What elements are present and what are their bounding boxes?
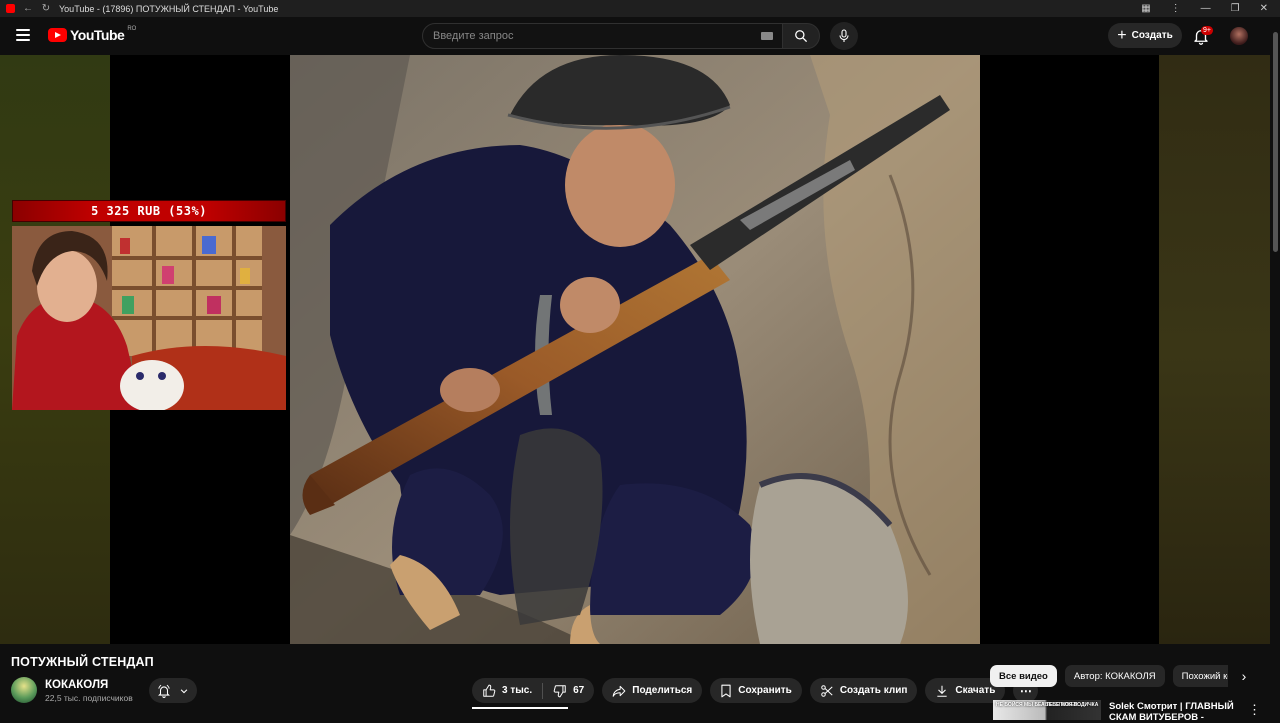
dislike-button[interactable]: 67 (543, 678, 594, 703)
share-label: Поделиться (632, 685, 693, 696)
chip-related[interactable]: Похожий контент (1172, 665, 1228, 687)
create-button[interactable]: + Создать (1108, 23, 1182, 48)
chip-by-author[interactable]: Автор: КОКАКОЛЯ (1064, 665, 1165, 687)
video-frame-image (290, 55, 980, 644)
video-frame[interactable] (290, 55, 980, 644)
microphone-icon (839, 29, 849, 42)
video-title: ПОТУЖНЫЙ СТЕНДАП (11, 655, 154, 669)
search-button[interactable] (782, 23, 820, 49)
like-count: 3 тыс. (502, 685, 533, 696)
search-input[interactable] (433, 30, 733, 42)
share-button[interactable]: Поделиться (602, 678, 703, 703)
country-code: RO (127, 26, 137, 32)
window-title: YouTube - (17896) ПОТУЖНЫЙ СТЕНДАП - You… (59, 3, 279, 14)
subscription-notifications-button[interactable] (149, 678, 197, 703)
bookmark-icon (721, 684, 731, 697)
recommendation-menu-icon[interactable]: ⋮ (1248, 702, 1261, 718)
action-bar: 3 тыс. 67 Поделиться Сохранить Создать к… (472, 678, 1039, 703)
like-dislike-group: 3 тыс. 67 (472, 678, 595, 703)
restore-icon[interactable]: ❐ (1231, 3, 1240, 14)
search-box (422, 23, 784, 49)
save-label: Сохранить (738, 685, 792, 696)
like-progress-underline (472, 707, 568, 709)
dislike-count: 67 (573, 685, 585, 696)
channel-name[interactable]: КОКАКОЛЯ (45, 679, 108, 691)
webcam-view (12, 226, 286, 410)
logo-wordmark: YouTube (70, 27, 125, 43)
masthead: YouTube RO + Создать 9+ (0, 17, 1280, 55)
save-button[interactable]: Сохранить (710, 678, 802, 703)
thumbs-down-icon (553, 684, 566, 697)
close-icon[interactable]: ✕ (1260, 3, 1268, 14)
like-button[interactable]: 3 тыс. (472, 678, 542, 703)
scrollbar-thumb[interactable] (1273, 32, 1278, 252)
share-icon (612, 685, 626, 697)
clip-button[interactable]: Создать клип (809, 678, 918, 703)
extensions-icon[interactable]: ▦ (1141, 3, 1150, 14)
webcam-image (12, 226, 286, 410)
ambient-glow-right (1159, 55, 1270, 644)
back-arrow-icon[interactable]: ← (23, 3, 33, 14)
create-label: Создать (1131, 30, 1173, 41)
page-scrollbar[interactable] (1270, 30, 1280, 720)
bell-ring-icon (158, 684, 170, 698)
channel-avatar[interactable] (11, 677, 37, 703)
webcam-overlay: 5 325 RUB (53%) (12, 200, 288, 410)
kebab-menu-icon[interactable]: ⋮ (1171, 3, 1181, 14)
thumb-text-right: А ТЕБЕ МОЯ ВОДИЧКА (1041, 702, 1099, 708)
chevron-right-icon[interactable]: › (1235, 667, 1253, 685)
recommendation-thumbnail[interactable]: НЕ БОЙСЯ МЫ БЕЛЫЕ СТАЛКЕР... А ТЕБЕ МОЯ … (993, 700, 1101, 720)
clip-label: Создать клип (839, 685, 908, 696)
download-icon (937, 685, 948, 697)
hamburger-menu-icon[interactable] (16, 29, 30, 41)
search-icon (795, 30, 807, 42)
subscriber-count: 22,5 тыс. подписчиков (45, 693, 133, 703)
minimize-icon[interactable]: — (1201, 3, 1211, 14)
voice-search-button[interactable] (830, 22, 858, 50)
window-titlebar: ← ↻ YouTube - (17896) ПОТУЖНЫЙ СТЕНДАП -… (0, 0, 1280, 17)
notification-badge: 9+ (1201, 26, 1213, 35)
thumbs-up-icon (483, 684, 496, 697)
keyboard-icon[interactable] (761, 32, 773, 40)
account-avatar[interactable] (1230, 27, 1248, 45)
recommendation-chips: Все видео Автор: КОКАКОЛЯ Похожий контен… (990, 665, 1228, 689)
youtube-play-icon (48, 28, 67, 42)
youtube-logo[interactable]: YouTube RO (48, 26, 137, 43)
scissors-icon (821, 684, 833, 697)
plus-icon: + (1117, 26, 1127, 44)
reload-icon[interactable]: ↻ (41, 3, 51, 14)
youtube-favicon-icon (6, 4, 15, 13)
donation-goal-bar: 5 325 RUB (53%) (12, 200, 286, 222)
chip-all-videos[interactable]: Все видео (990, 665, 1057, 687)
video-player[interactable]: 5 325 RUB (53%) (0, 55, 1270, 644)
chevron-down-icon (180, 688, 188, 693)
